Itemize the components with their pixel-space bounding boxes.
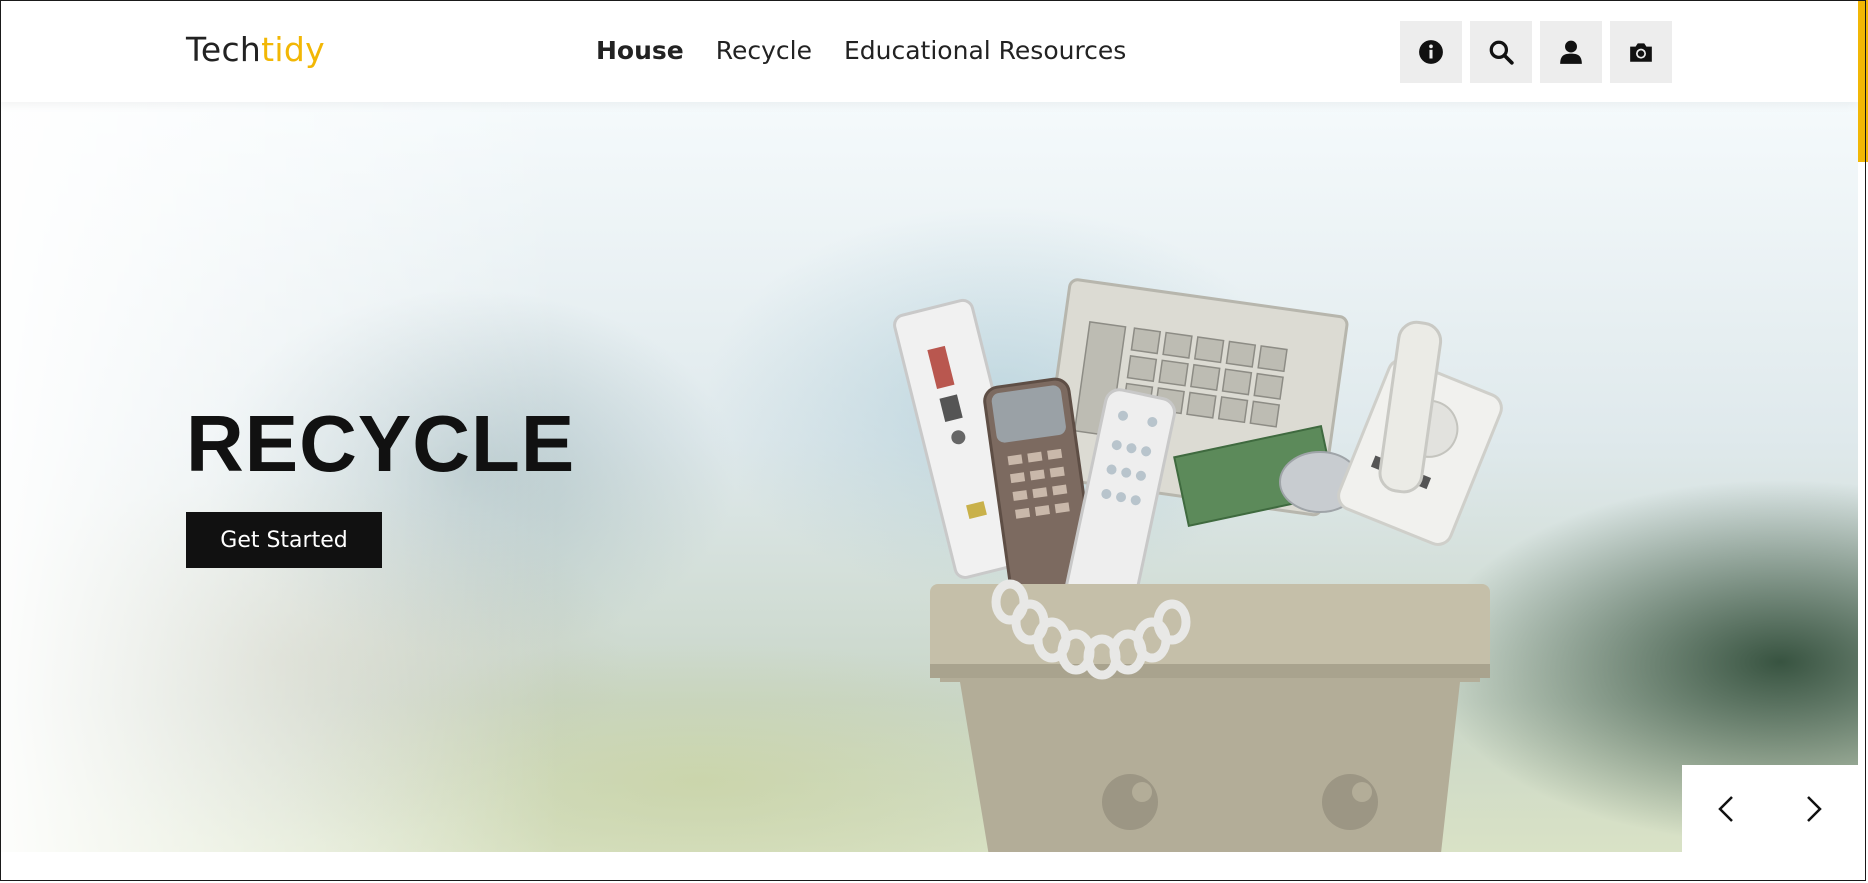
hero-slider: RECYCLE Get Started [0,102,1858,852]
logo-text-accent: tidy [261,30,325,69]
info-icon [1419,40,1443,64]
slider-prev-button[interactable] [1706,789,1746,829]
search-button[interactable] [1470,21,1532,83]
nav-item-recycle[interactable]: Recycle [716,30,812,72]
scrollbar-thumb[interactable] [1858,0,1868,162]
get-started-button[interactable]: Get Started [186,512,382,568]
logo-text-primary: Tech [186,30,262,69]
search-icon [1489,40,1514,65]
info-button[interactable] [1400,21,1462,83]
site-header: Techtidy House Recycle Educational Resou… [0,0,1858,102]
site-logo[interactable]: Techtidy [186,30,325,70]
chevron-left-icon [1718,796,1733,822]
slider-next-button[interactable] [1794,789,1834,829]
hero-image-recycle-bin [893,278,1503,852]
user-icon [1560,40,1582,64]
main-nav: House Recycle Educational Resources [596,30,1126,72]
header-icon-group [1400,21,1672,83]
hero-title: RECYCLE [186,399,576,488]
nav-item-educational-resources[interactable]: Educational Resources [844,30,1126,72]
slider-controls [1682,765,1858,853]
account-button[interactable] [1540,21,1602,83]
camera-button[interactable] [1610,21,1672,83]
page-bottom-strip [0,852,1866,881]
chevron-right-icon [1807,796,1822,822]
camera-icon [1630,43,1652,62]
nav-item-house[interactable]: House [596,30,684,72]
